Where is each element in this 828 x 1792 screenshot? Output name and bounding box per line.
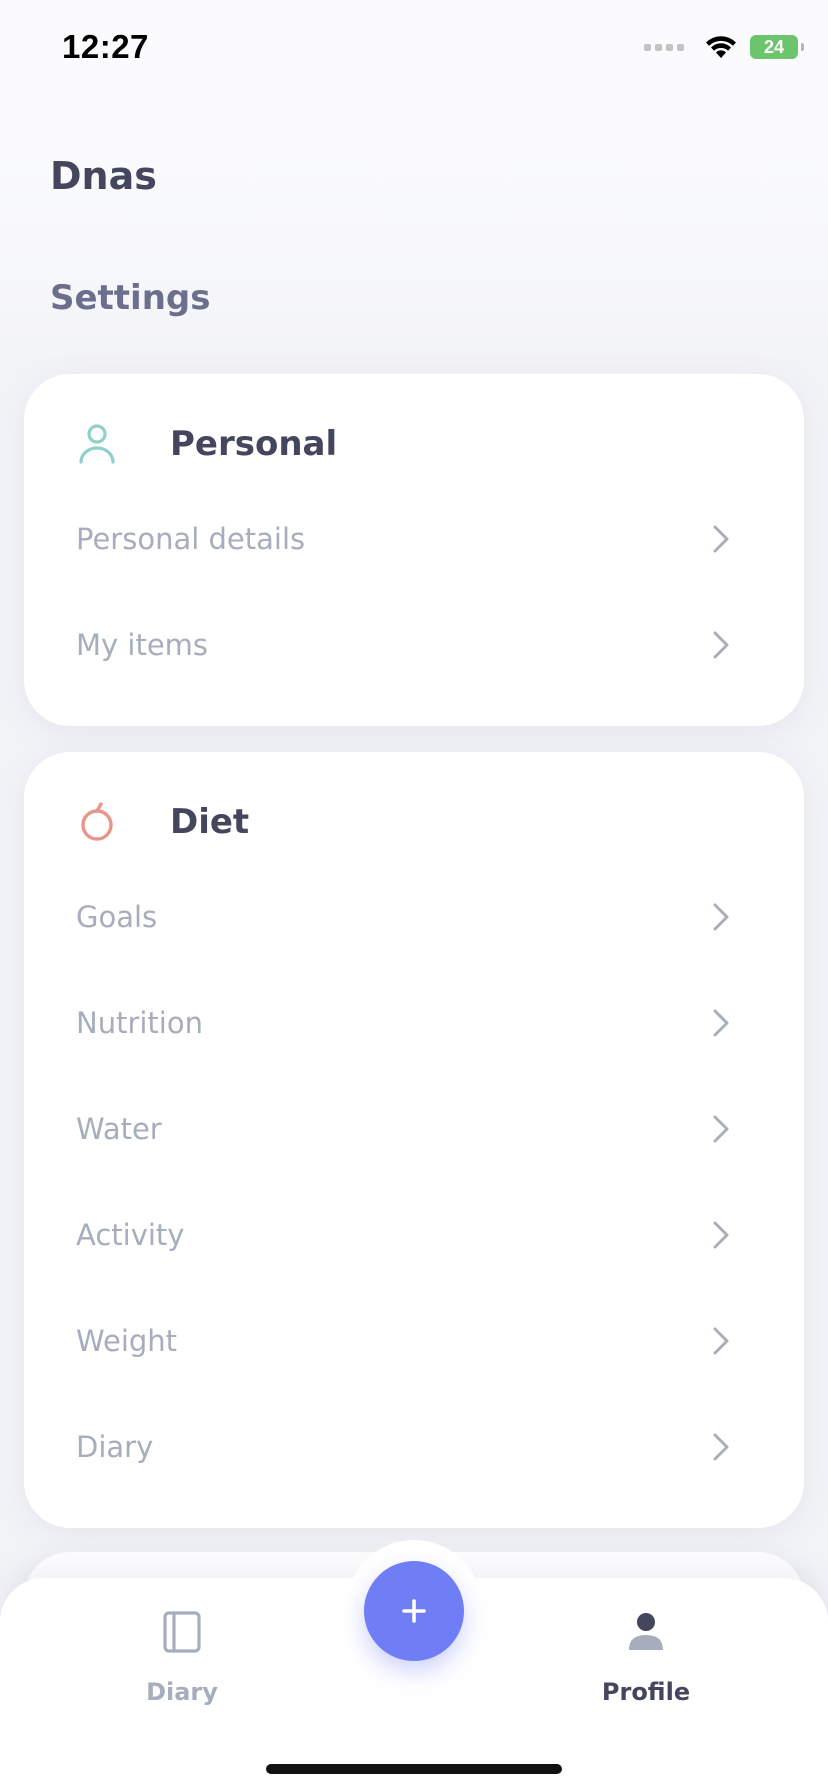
status-bar: 12:27 24 — [0, 0, 828, 96]
person-icon — [72, 419, 122, 469]
profile-header — [0, 96, 828, 366]
settings-item-label: Goals — [76, 900, 158, 934]
settings-item-my-items[interactable]: My items — [24, 600, 804, 690]
settings-item-label: Weight — [76, 1324, 178, 1358]
settings-item-personal-details[interactable]: Personal details — [24, 494, 804, 584]
settings-title: Settings — [50, 278, 211, 318]
diet-section-card: Diet Goals Nutrition Water Activity Weig… — [24, 752, 804, 1528]
diet-section-title: Diet — [170, 802, 250, 842]
battery-level: 24 — [763, 36, 785, 57]
personal-section-card: Personal Personal details My items — [24, 374, 804, 726]
chevron-right-icon — [706, 1114, 736, 1144]
cellular-signal-icon — [644, 43, 684, 51]
add-button[interactable] — [364, 1561, 464, 1661]
settings-item-weight[interactable]: Weight — [24, 1296, 804, 1386]
settings-item-water[interactable]: Water — [24, 1084, 804, 1174]
settings-item-label: My items — [76, 628, 209, 662]
home-indicator[interactable] — [266, 1764, 562, 1774]
user-name: Dnas — [50, 154, 157, 198]
add-icon — [402, 1599, 426, 1623]
chevron-right-icon — [706, 1432, 736, 1462]
personal-section-header: Personal — [72, 414, 337, 474]
settings-item-goals[interactable]: Goals — [24, 872, 804, 962]
chevron-right-icon — [706, 1220, 736, 1250]
status-time: 12:27 — [62, 28, 149, 65]
settings-item-diary[interactable]: Diary — [24, 1402, 804, 1492]
settings-item-nutrition[interactable]: Nutrition — [24, 978, 804, 1068]
chevron-right-icon — [706, 524, 736, 554]
tab-diary[interactable]: Diary — [102, 1600, 262, 1720]
wifi-icon — [706, 36, 736, 58]
settings-item-activity[interactable]: Activity — [24, 1190, 804, 1280]
chevron-right-icon — [706, 1008, 736, 1038]
apple-icon — [72, 797, 122, 847]
chevron-right-icon — [706, 1326, 736, 1356]
status-indicators: 24 — [644, 34, 804, 60]
profile-user-icon — [622, 1608, 670, 1656]
settings-item-label: Water — [76, 1112, 162, 1146]
diet-section-header: Diet — [72, 792, 249, 852]
settings-item-label: Nutrition — [76, 1006, 203, 1040]
settings-item-label: Diary — [76, 1430, 154, 1464]
settings-item-label: Personal details — [76, 522, 306, 556]
chevron-right-icon — [706, 902, 736, 932]
personal-section-title: Personal — [170, 424, 338, 464]
tab-profile[interactable]: Profile — [566, 1600, 726, 1720]
tab-profile-label: Profile — [601, 1678, 691, 1706]
tab-diary-label: Diary — [146, 1678, 218, 1706]
battery-icon: 24 — [750, 35, 804, 59]
settings-item-label: Activity — [76, 1218, 185, 1252]
diary-book-icon — [158, 1608, 206, 1656]
chevron-right-icon — [706, 630, 736, 660]
